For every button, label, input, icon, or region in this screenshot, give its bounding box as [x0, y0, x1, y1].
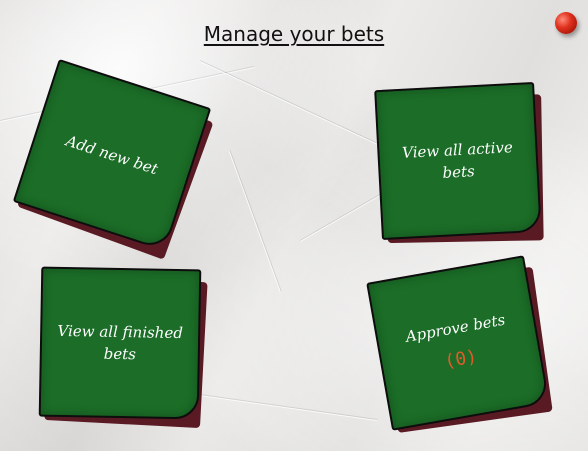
- view-finished-bets-label: View all finished bets: [57, 321, 184, 364]
- paper-crease: [229, 150, 282, 292]
- view-active-bets-label: View all active bets: [401, 138, 514, 182]
- sticky-note: Approve bets (0): [366, 255, 550, 431]
- approve-bets-count: (0): [442, 345, 479, 372]
- page-title: Manage your bets: [203, 22, 385, 46]
- approve-bets-button[interactable]: Approve bets (0): [366, 255, 553, 433]
- view-active-bets-button[interactable]: View all active bets: [374, 81, 544, 244]
- sticky-note: View all finished bets: [38, 266, 202, 420]
- paper-crease: [199, 60, 382, 146]
- view-finished-bets-button[interactable]: View all finished bets: [38, 266, 208, 429]
- sticky-note: View all active bets: [374, 81, 542, 241]
- approve-bets-label: Approve bets: [404, 310, 507, 346]
- add-new-bet-label: Add new bet: [63, 131, 161, 179]
